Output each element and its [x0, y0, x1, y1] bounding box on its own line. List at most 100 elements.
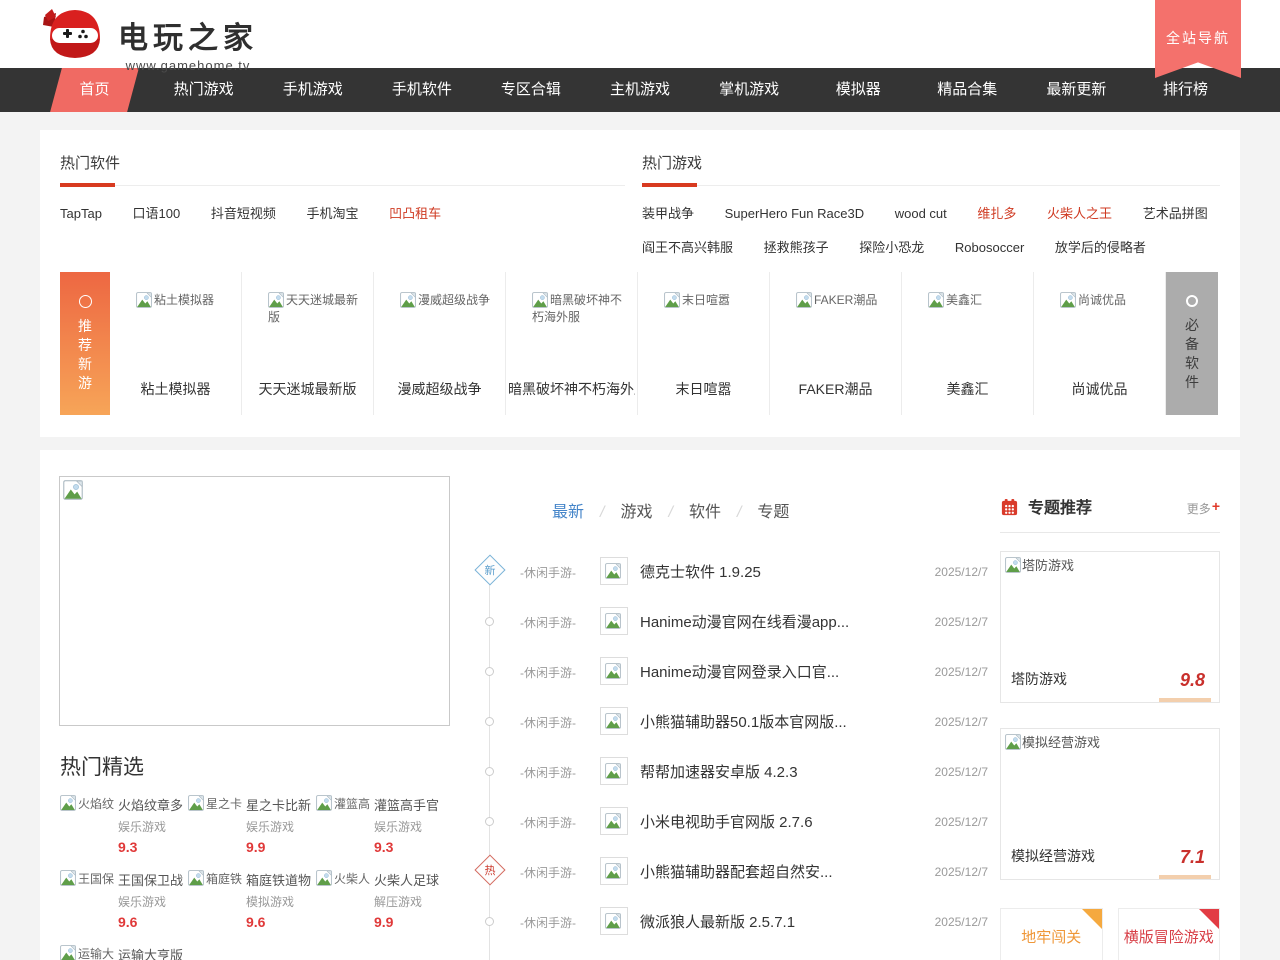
topic-card[interactable]: 塔防游戏 塔防游戏 9.8: [1000, 551, 1220, 703]
hot-games-link-highlighted[interactable]: 维扎多: [977, 206, 1016, 221]
tab-recommended-new-games[interactable]: 推荐新游: [60, 272, 110, 415]
hot-software-link[interactable]: 口语100: [133, 206, 181, 221]
tab-software[interactable]: 软件: [689, 504, 721, 521]
topic-tag-dungeon[interactable]: 地牢闯关: [1000, 908, 1103, 960]
news-category: -休闲手游-: [520, 914, 576, 931]
topic-tag-platformer[interactable]: 横版冒险游戏: [1118, 908, 1221, 960]
recommend-card[interactable]: 末日喧嚣 末日喧嚣: [638, 272, 770, 415]
tab-topics[interactable]: 专题: [757, 504, 789, 521]
news-category: -休闲手游-: [520, 664, 576, 681]
nav-item-mobile-software[interactable]: 手机软件: [367, 68, 476, 112]
hot-games-link[interactable]: 阎王不高兴韩服: [642, 240, 733, 255]
topic-card[interactable]: 模拟经营游戏 模拟经营游戏 7.1: [1000, 728, 1220, 880]
recommend-card-name: 粘土模拟器: [112, 379, 239, 399]
broken-image-alt: 美鑫汇: [946, 293, 982, 307]
hot-pick-category: 模拟游戏: [246, 893, 316, 910]
featured-banner[interactable]: [59, 476, 450, 726]
tab-essential-software[interactable]: 必备软件: [1166, 272, 1218, 415]
section-underline: [60, 185, 625, 186]
hot-software-link[interactable]: 抖音短视频: [211, 206, 276, 221]
nav-item-hot-games[interactable]: 热门游戏: [149, 68, 258, 112]
hot-software-link[interactable]: TapTap: [60, 206, 102, 221]
site-url: www.gamehome.tv: [118, 58, 258, 73]
broken-image-alt: 火焰纹: [78, 797, 114, 811]
hot-pick-item[interactable]: 火柴人 火柴人足球 解压游戏 9.9: [316, 870, 444, 945]
recommend-card[interactable]: 暗黑破坏神不朽海外服 暗黑破坏神不朽海外服: [506, 272, 638, 415]
news-title-link[interactable]: Hanime动漫官网登录入口官...: [640, 661, 839, 682]
hot-pick-item[interactable]: 灌篮高 灌篮高手官 娱乐游戏 9.3: [316, 795, 444, 870]
news-date: 2025/12/7: [935, 865, 988, 879]
news-title-link[interactable]: 德克士软件 1.9.25: [640, 561, 761, 582]
hot-games-link[interactable]: Robosoccer: [955, 240, 1024, 255]
hot-pick-item[interactable]: 星之卡 星之卡比新 娱乐游戏 9.9: [188, 795, 316, 870]
new-badge: 新: [474, 554, 505, 585]
broken-image-icon: [60, 870, 76, 886]
news-item: -休闲手游- 小米电视助手官网版 2.7.6 2025/12/7: [460, 796, 1030, 846]
nav-item-premium-collections[interactable]: 精品合集: [913, 68, 1022, 112]
broken-image-icon: [605, 713, 621, 729]
hot-games-link[interactable]: 探险小恐龙: [859, 240, 924, 255]
recommend-card[interactable]: 天天迷城最新版 天天迷城最新版: [242, 272, 374, 415]
broken-image-icon: [605, 563, 621, 579]
site-navigation-ribbon[interactable]: 全站导航: [1155, 0, 1241, 78]
hot-games-section: 热门游戏 装甲战争 SuperHero Fun Race3D wood cut …: [642, 152, 1220, 256]
news-title-link[interactable]: 微派狼人最新版 2.5.7.1: [640, 911, 795, 932]
recommend-strip: 推荐新游 粘土模拟器 粘土模拟器 天天迷城最新版 天天迷城最新版 漫威超级战争 …: [60, 272, 1218, 415]
hot-games-link[interactable]: SuperHero Fun Race3D: [725, 206, 864, 221]
recommend-card-name: 美鑫汇: [904, 379, 1031, 399]
hot-pick-item[interactable]: 王国保 王国保卫战 娱乐游戏 9.6: [60, 870, 188, 945]
hot-software-link-highlighted[interactable]: 凹凸租车: [389, 206, 441, 221]
news-title-link[interactable]: Hanime动漫官网在线看漫app...: [640, 611, 849, 632]
broken-image-icon: [136, 292, 152, 308]
tab-latest[interactable]: 最新: [552, 504, 584, 521]
nav-item-latest-updates[interactable]: 最新更新: [1022, 68, 1131, 112]
nav-item-handheld-games[interactable]: 掌机游戏: [695, 68, 804, 112]
recommend-card[interactable]: 美鑫汇 美鑫汇: [902, 272, 1034, 415]
hot-pick-title: 王国保卫战: [118, 870, 186, 889]
broken-image-alt: 箱庭铁: [206, 872, 242, 886]
site-logo[interactable]: 电玩之家 www.gamehome.tv: [42, 5, 258, 73]
hot-games-link-highlighted[interactable]: 火柴人之王: [1047, 206, 1112, 221]
hot-games-link[interactable]: 艺术品拼图: [1143, 206, 1208, 221]
section-underline: [642, 185, 1220, 186]
more-link[interactable]: 更多+: [1187, 498, 1220, 517]
nav-item-console-games[interactable]: 主机游戏: [585, 68, 694, 112]
hot-pick-item[interactable]: 运输大 运输大亨版: [60, 945, 188, 960]
news-title-link[interactable]: 小熊猫辅助器50.1版本官网版...: [640, 711, 847, 732]
news-date: 2025/12/7: [935, 815, 988, 829]
recommend-card[interactable]: FAKER潮品 FAKER潮品: [770, 272, 902, 415]
broken-image-icon: [605, 913, 621, 929]
recommend-card[interactable]: 粘土模拟器 粘土模拟器: [110, 272, 242, 415]
broken-image-icon: [605, 613, 621, 629]
news-item: -休闲手游- 帮帮加速器安卓版 4.2.3 2025/12/7: [460, 746, 1030, 796]
nav-item-mobile-games[interactable]: 手机游戏: [258, 68, 367, 112]
news-title-link[interactable]: 帮帮加速器安卓版 4.2.3: [640, 761, 798, 782]
hot-pick-score: 9.6: [246, 914, 316, 930]
nav-item-emulators[interactable]: 模拟器: [804, 68, 913, 112]
plus-icon: +: [1212, 498, 1220, 514]
recommend-card[interactable]: 漫威超级战争 漫威超级战争: [374, 272, 506, 415]
hot-games-link[interactable]: 装甲战争: [642, 206, 694, 221]
hot-software-link[interactable]: 手机淘宝: [307, 206, 359, 221]
hot-pick-category: 娱乐游戏: [374, 818, 444, 835]
nav-item-home[interactable]: 首页: [40, 68, 149, 112]
broken-image-alt: 塔防游戏: [1022, 558, 1074, 573]
gamepad-mascot-icon: [42, 5, 108, 63]
hot-games-link[interactable]: wood cut: [895, 206, 947, 221]
hot-pick-item[interactable]: 箱庭铁 箱庭铁道物 模拟游戏 9.6: [188, 870, 316, 945]
news-title-link[interactable]: 小熊猫辅助器配套超自然安...: [640, 861, 833, 882]
hot-pick-category: 娱乐游戏: [118, 818, 188, 835]
score-underline: [1159, 698, 1211, 702]
news-title-link[interactable]: 小米电视助手官网版 2.7.6: [640, 811, 813, 832]
broken-image-icon: [605, 813, 621, 829]
hot-pick-score: 9.6: [118, 914, 188, 930]
tab-games[interactable]: 游戏: [620, 504, 652, 521]
broken-image-icon: [605, 763, 621, 779]
hot-games-link[interactable]: 放学后的侵略者: [1055, 240, 1146, 255]
recommend-card[interactable]: 尚诚优品 尚诚优品: [1034, 272, 1166, 415]
hot-games-link[interactable]: 拯救熊孩子: [764, 240, 829, 255]
nav-item-rankings[interactable]: 排行榜: [1131, 68, 1240, 112]
nav-item-zone-collections[interactable]: 专区合辑: [476, 68, 585, 112]
news-date: 2025/12/7: [935, 615, 988, 629]
hot-pick-item[interactable]: 火焰纹 火焰纹章多 娱乐游戏 9.3: [60, 795, 188, 870]
